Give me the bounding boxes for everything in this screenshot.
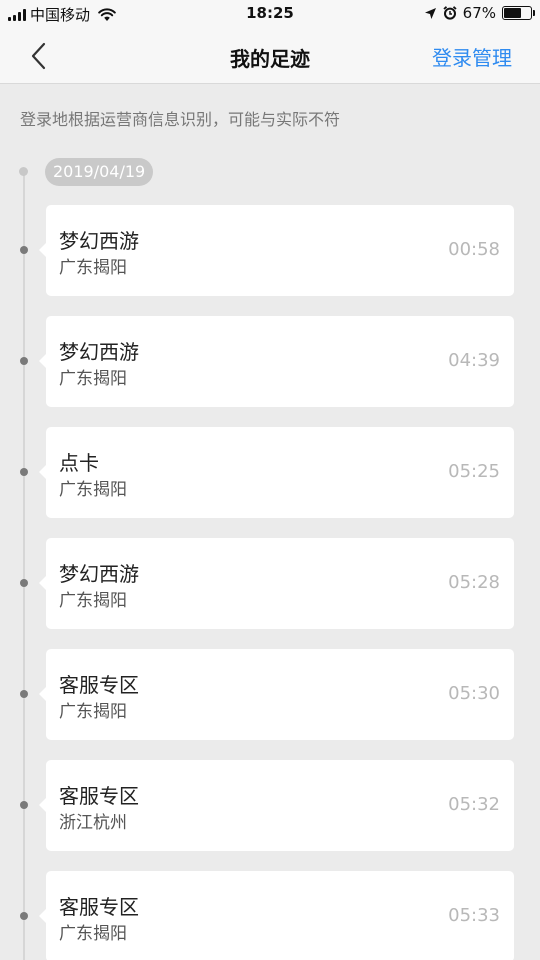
- entry-time: 04:39: [448, 350, 500, 371]
- entry-title: 客服专区: [59, 895, 139, 919]
- footprint-list: 梦幻西游 广东揭阳 00:58 梦幻西游 广东揭阳 04:39 点卡 广东揭阳 …: [0, 205, 540, 960]
- footprint-card[interactable]: 客服专区 浙江杭州 05:32: [39, 760, 514, 851]
- entry-title: 客服专区: [59, 784, 139, 808]
- footprint-entry: 点卡 广东揭阳 05:25: [0, 427, 540, 538]
- entry-location: 广东揭阳: [59, 369, 127, 389]
- alarm-icon: [443, 6, 457, 20]
- footprint-card[interactable]: 梦幻西游 广东揭阳 05:28: [39, 538, 514, 629]
- footprint-entry: 客服专区 广东揭阳 05:33: [0, 871, 540, 960]
- timeline-dot: [20, 246, 28, 254]
- status-right: 67%: [424, 4, 535, 22]
- login-management-button[interactable]: 登录管理: [432, 42, 512, 71]
- entry-title: 梦幻西游: [59, 229, 139, 253]
- entry-location: 广东揭阳: [59, 480, 127, 500]
- entry-location: 广东揭阳: [59, 702, 127, 722]
- entry-title: 梦幻西游: [59, 340, 139, 364]
- timeline-start-dot: [19, 167, 28, 176]
- battery-percent: 67%: [462, 4, 496, 22]
- timeline-dot: [20, 468, 28, 476]
- entry-location: 广东揭阳: [59, 591, 127, 611]
- footprint-card[interactable]: 梦幻西游 广东揭阳 04:39: [39, 316, 514, 407]
- location-arrow-icon: [424, 7, 436, 19]
- footprint-card[interactable]: 梦幻西游 广东揭阳 00:58: [39, 205, 514, 296]
- entry-location: 广东揭阳: [59, 258, 127, 278]
- entry-time: 05:25: [448, 461, 500, 482]
- battery-fill: [504, 8, 522, 18]
- footprint-entry: 客服专区 浙江杭州 05:32: [0, 760, 540, 871]
- timeline-dot: [20, 690, 28, 698]
- footprint-card[interactable]: 客服专区 广东揭阳 05:30: [39, 649, 514, 740]
- entry-title: 梦幻西游: [59, 562, 139, 586]
- entry-location: 广东揭阳: [59, 924, 127, 944]
- location-notice: 登录地根据运营商信息识别，可能与实际不符: [20, 110, 341, 129]
- entry-location: 浙江杭州: [59, 813, 127, 833]
- timeline-dot: [20, 801, 28, 809]
- entry-time: 05:30: [448, 683, 500, 704]
- footprint-entry: 客服专区 广东揭阳 05:30: [0, 649, 540, 760]
- battery-icon: [502, 6, 535, 20]
- footprint-entry: 梦幻西游 广东揭阳 00:58: [0, 205, 540, 316]
- footprint-entry: 梦幻西游 广东揭阳 04:39: [0, 316, 540, 427]
- entry-title: 客服专区: [59, 673, 139, 697]
- status-bar: 中国移动 18:25 67%: [0, 0, 540, 28]
- entry-time: 05:28: [448, 572, 500, 593]
- footprint-card[interactable]: 点卡 广东揭阳 05:25: [39, 427, 514, 518]
- entry-time: 05:32: [448, 794, 500, 815]
- date-badge: 2019/04/19: [45, 158, 154, 186]
- footprint-entry: 梦幻西游 广东揭阳 05:28: [0, 538, 540, 649]
- footprint-card[interactable]: 客服专区 广东揭阳 05:33: [39, 871, 514, 960]
- entry-title: 点卡: [59, 451, 99, 475]
- timeline-dot: [20, 357, 28, 365]
- timeline-dot: [20, 912, 28, 920]
- nav-bar: 我的足迹 登录管理: [0, 28, 540, 84]
- entry-time: 00:58: [448, 239, 500, 260]
- timeline-dot: [20, 579, 28, 587]
- entry-time: 05:33: [448, 905, 500, 926]
